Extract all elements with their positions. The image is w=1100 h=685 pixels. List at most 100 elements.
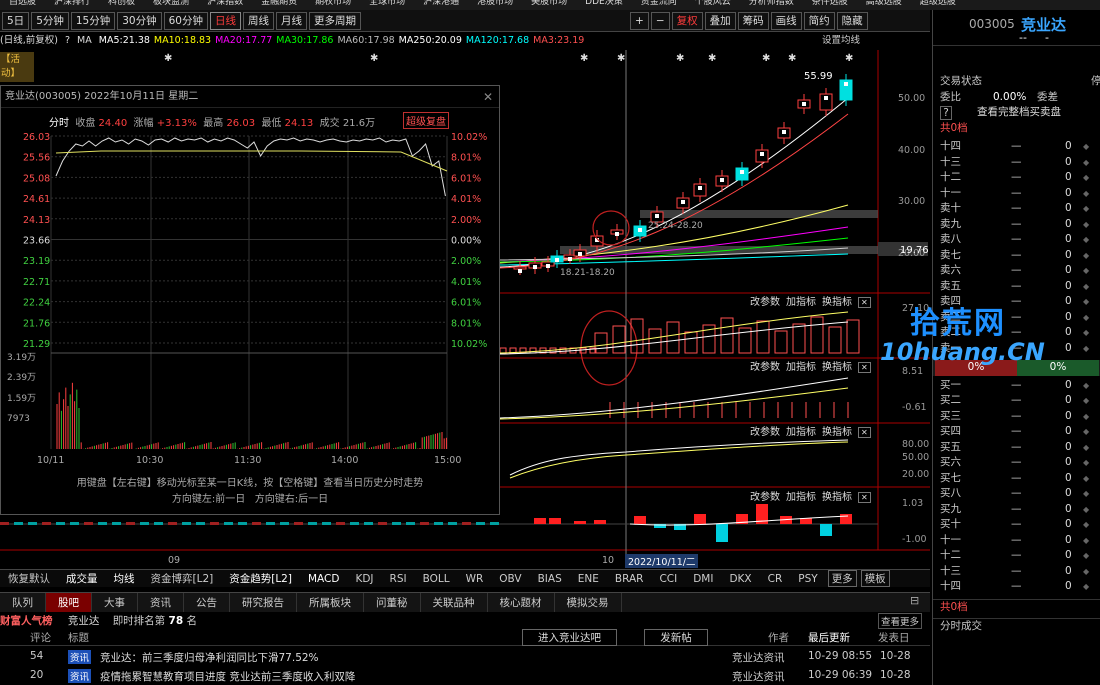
indicator-tab[interactable]: PSY <box>798 573 817 585</box>
period-button[interactable]: 5日 <box>2 11 30 30</box>
indicator-tab[interactable]: BOLL <box>423 573 450 585</box>
indicator-tab[interactable]: CR <box>768 573 783 585</box>
indicator-tab[interactable]: WR <box>466 573 484 585</box>
activity-tag[interactable]: 【活动】 <box>0 52 34 82</box>
top-menu-item[interactable]: 美股市场 <box>531 0 567 7</box>
subpanel-button[interactable]: 换指标 <box>822 297 852 308</box>
indicator-tab[interactable]: CCI <box>659 573 677 585</box>
full-book-row[interactable]: ? 查看完整档买卖盘 <box>933 105 1100 121</box>
toolbar-button[interactable]: 叠加 <box>704 11 736 30</box>
indicator-tab[interactable]: 模板 <box>860 570 890 587</box>
indicator-tab[interactable]: 资金博弈[L2] <box>151 571 214 586</box>
bottom-tab[interactable]: 队列 <box>0 593 46 612</box>
top-menu-item[interactable]: DDE决策 <box>585 0 623 7</box>
bottom-tab[interactable]: 资讯 <box>138 593 184 612</box>
indicator-tab[interactable]: BIAS <box>538 573 562 585</box>
news-row[interactable]: 54 竞业达资讯 10-29 08:55 10-28 资讯 竞业达：前三季度归母净利润同比… <box>0 647 930 666</box>
fenshi-tab[interactable]: 分时成交 <box>933 618 1100 634</box>
subpanel-button[interactable]: 加指标 <box>786 492 816 503</box>
toolbar-button[interactable]: 简约 <box>803 11 835 30</box>
close-icon[interactable]: ✕ <box>858 362 871 373</box>
close-icon[interactable]: ✕ <box>858 492 871 503</box>
top-menu-item[interactable]: 板块监测 <box>153 0 189 7</box>
new-post-button[interactable]: 发新帖 <box>644 629 708 646</box>
indicator-tab[interactable]: 成交量 <box>66 571 98 586</box>
top-menu-item[interactable]: 科创板 <box>108 0 135 7</box>
view-more-link[interactable]: 查看更多 <box>878 613 923 629</box>
subpanel-button[interactable]: 加指标 <box>786 427 816 438</box>
toolbar-button[interactable]: − <box>650 11 670 30</box>
subpanel-button[interactable]: 加指标 <box>786 297 816 308</box>
help-icon[interactable]: ? <box>940 106 952 120</box>
indicator-tab[interactable]: DMI <box>693 573 713 585</box>
indicator-tab[interactable]: 更多 <box>827 570 857 587</box>
news-title[interactable]: 疫情拖累智慧教育项目进度 竞业达前三季度收入利双降 <box>100 669 355 684</box>
super-review-button[interactable]: 超级复盘 <box>403 112 449 129</box>
top-menu-item[interactable]: 条件选股 <box>812 0 848 7</box>
top-menu-item[interactable]: 港股市场 <box>477 0 513 7</box>
period-button[interactable]: 月线 <box>276 11 307 30</box>
top-menu-item[interactable]: 分析师指数 <box>749 0 794 7</box>
ma-settings-button[interactable]: 设置均线 <box>822 33 860 49</box>
top-menu-item[interactable]: 自选股 <box>9 0 36 7</box>
top-menu-item[interactable]: 资金流向 <box>641 0 677 7</box>
top-menu-item[interactable]: 金融期货 <box>261 0 297 7</box>
subpanel-button[interactable]: 换指标 <box>822 427 852 438</box>
popup-tab[interactable]: 分时 <box>49 118 69 129</box>
bottom-tab[interactable]: 核心题材 <box>488 593 555 612</box>
period-button[interactable]: 30分钟 <box>117 11 162 30</box>
subpanel-button[interactable]: 换指标 <box>822 492 852 503</box>
bottom-tab[interactable]: 大事 <box>92 593 138 612</box>
toolbar-button[interactable]: 隐藏 <box>836 11 868 30</box>
indicator-tab[interactable]: 恢复默认 <box>8 571 50 586</box>
subpanel-button[interactable]: 改参数 <box>750 427 780 438</box>
collapse-icon[interactable]: ⊟ <box>910 594 919 607</box>
indicator-tab[interactable]: KDJ <box>355 573 373 585</box>
top-menu-item[interactable]: 全球市场 <box>369 0 405 7</box>
top-menu-item[interactable]: 超级选股 <box>920 0 956 7</box>
indicator-tab[interactable]: OBV <box>499 573 521 585</box>
bottom-tab[interactable]: 公告 <box>184 593 230 612</box>
toolbar-button[interactable]: 画线 <box>770 11 802 30</box>
indicator-tab[interactable]: BRAR <box>615 573 644 585</box>
subpanel-button[interactable]: 加指标 <box>786 362 816 373</box>
indicator-tab[interactable]: 资金趋势[L2] <box>229 571 292 586</box>
top-menu-item[interactable]: 沪深排行 <box>54 0 90 7</box>
subpanel-button[interactable]: 改参数 <box>750 297 780 308</box>
toolbar-button[interactable]: + <box>630 11 649 30</box>
indicator-tab[interactable]: MACD <box>308 573 339 585</box>
bottom-tab[interactable]: 研究报告 <box>230 593 297 612</box>
period-button[interactable]: 更多周期 <box>309 11 361 30</box>
col-latest[interactable]: 最后更新 <box>808 630 850 645</box>
indicator-tab[interactable]: RSI <box>390 573 407 585</box>
top-menu-item[interactable]: 沪深港通 <box>423 0 459 7</box>
bottom-tab[interactable]: 问董秘 <box>364 593 421 612</box>
toolbar-button[interactable]: 复权 <box>671 11 703 30</box>
news-title[interactable]: 竞业达：前三季度归母净利润同比下滑77.52% <box>100 650 319 665</box>
bottom-tab[interactable]: 所属板块 <box>297 593 364 612</box>
period-button[interactable]: 周线 <box>243 11 274 30</box>
bottom-tab[interactable]: 模拟交易 <box>555 593 622 612</box>
indicator-tab[interactable]: ENE <box>578 573 599 585</box>
top-menu-item[interactable]: 期权市场 <box>315 0 351 7</box>
subpanel-button[interactable]: 改参数 <box>750 492 780 503</box>
period-button[interactable]: 60分钟 <box>163 11 208 30</box>
top-menu-item[interactable]: 个股风云 <box>695 0 731 7</box>
indicator-tab[interactable]: 均线 <box>114 571 135 586</box>
bottom-tab[interactable]: 股吧 <box>46 593 92 612</box>
period-button[interactable]: 5分钟 <box>31 11 69 30</box>
top-menu-item[interactable]: 沪深指数 <box>207 0 243 7</box>
news-row[interactable]: 20 竞业达资讯 10-29 06:39 10-28 资讯 疫情拖累智慧教育项目进度 竞业… <box>0 666 930 685</box>
period-button[interactable]: 日线 <box>210 11 241 30</box>
indicator-tab[interactable]: DKX <box>729 573 751 585</box>
close-icon[interactable]: ✕ <box>858 297 871 308</box>
top-menu-item[interactable]: 高级选股 <box>866 0 902 7</box>
enter-bar-button[interactable]: 进入竞业达吧 <box>522 629 617 646</box>
bottom-tab[interactable]: 关联品种 <box>421 593 488 612</box>
subpanel-button[interactable]: 改参数 <box>750 362 780 373</box>
period-button[interactable]: 15分钟 <box>70 11 116 30</box>
subpanel-button[interactable]: 换指标 <box>822 362 852 373</box>
full-book-button[interactable]: 查看完整档买卖盘 <box>977 105 1061 121</box>
intraday-popup[interactable]: 竞业达(003005) 2022年10月11日 星期二 ✕ 分时 收盘 24.4… <box>0 85 500 515</box>
toolbar-button[interactable]: 筹码 <box>737 11 769 30</box>
